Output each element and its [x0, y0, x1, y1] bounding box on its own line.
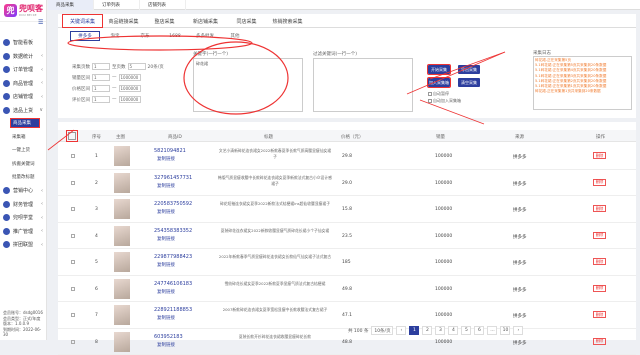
- annotation-arrow: [48, 130, 74, 150]
- row-checkbox[interactable]: [71, 340, 75, 344]
- annotation-arrow: [407, 52, 505, 94]
- annotation-arrow: [420, 100, 484, 124]
- annotation-overlay: [0, 0, 640, 340]
- product-source: 拼多多: [513, 340, 527, 346]
- product-sales: 100000: [435, 340, 452, 345]
- row-number: 8: [95, 340, 98, 345]
- product-price: 48.8: [342, 340, 352, 345]
- annotation-arrow: [430, 52, 505, 79]
- keyword-highlight: [184, 42, 288, 114]
- copy-link-button[interactable]: 复制链接: [157, 342, 175, 348]
